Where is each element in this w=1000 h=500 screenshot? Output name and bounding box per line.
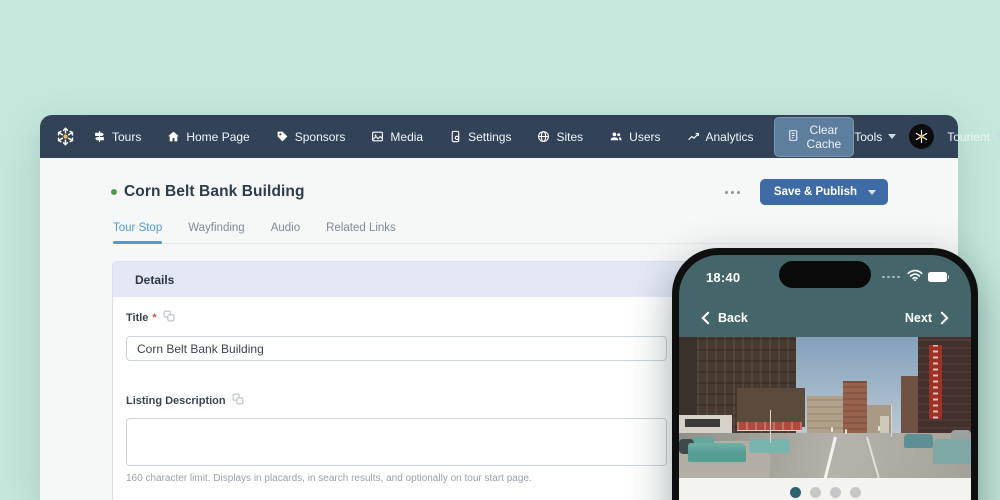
translate-icon xyxy=(232,392,244,410)
chevron-down-icon xyxy=(868,189,876,195)
chevron-left-icon xyxy=(701,311,710,325)
tools-label: Tools xyxy=(854,129,883,144)
tab-audio[interactable]: Audio xyxy=(271,222,300,243)
tools-dropdown[interactable]: Tools xyxy=(854,129,897,144)
signpost-icon xyxy=(93,130,106,143)
chart-line-icon xyxy=(687,130,700,143)
nav-item-label: Users xyxy=(629,129,661,144)
clock-text: 18:40 xyxy=(706,269,741,285)
nav-item-analytics[interactable]: Analytics xyxy=(687,130,754,144)
vintage-truck xyxy=(687,442,747,463)
page-title: Corn Belt Bank Building xyxy=(124,183,305,200)
more-actions-button[interactable] xyxy=(719,185,746,200)
chevron-down-icon xyxy=(995,134,1000,139)
carousel-dot-3[interactable] xyxy=(829,487,841,498)
description-field-label: Listing Description xyxy=(126,395,226,407)
nav-item-label: Home Page xyxy=(186,129,250,144)
clear-cache-label: Clear Cache xyxy=(806,122,842,151)
nav-item-label: Media xyxy=(390,129,424,144)
chevron-down-icon xyxy=(888,134,897,139)
nav-menu: Tours Home Page Sponsors Media Settings … xyxy=(93,130,754,144)
tab-bar: Tour Stop Wayfinding Audio Related Links xyxy=(113,222,934,244)
tab-wayfinding[interactable]: Wayfinding xyxy=(188,222,244,243)
details-header-label: Details xyxy=(135,272,175,287)
next-label: Next xyxy=(904,311,932,325)
brand-logo-icon xyxy=(909,124,935,149)
save-publish-button[interactable]: Save & Publish xyxy=(759,179,888,205)
device-gear-icon xyxy=(449,130,462,143)
nav-item-home-page[interactable]: Home Page xyxy=(167,129,250,144)
nav-item-sponsors[interactable]: Sponsors xyxy=(276,129,346,144)
clear-cache-button[interactable]: Clear Cache xyxy=(773,116,855,157)
listing-description-textarea[interactable] xyxy=(126,418,667,466)
nav-item-label: Settings xyxy=(468,129,512,144)
tab-related-links[interactable]: Related Links xyxy=(326,222,396,243)
carousel-pagination xyxy=(679,478,971,500)
title-input[interactable] xyxy=(126,336,667,361)
chevron-right-icon xyxy=(940,311,949,325)
nav-item-media[interactable]: Media xyxy=(371,130,423,144)
brand-label: Tourient xyxy=(947,129,990,144)
cellular-signal-icon xyxy=(882,275,900,279)
phone-screen: 18:40 Back Next xyxy=(679,255,971,500)
dynamic-island xyxy=(779,261,871,288)
carousel-dot-4[interactable] xyxy=(849,487,861,498)
carousel-dot-1[interactable] xyxy=(789,487,801,498)
next-button[interactable]: Next xyxy=(905,311,950,325)
battery-icon xyxy=(927,272,949,282)
tour-stop-photo xyxy=(679,337,971,478)
tab-tour-stop[interactable]: Tour Stop xyxy=(113,222,163,244)
users-icon xyxy=(609,130,623,143)
phone-nav-row: Back Next xyxy=(679,299,971,337)
translate-icon xyxy=(163,309,175,327)
nav-item-sites[interactable]: Sites xyxy=(537,130,583,144)
nav-item-label: Sites xyxy=(556,129,584,144)
wifi-icon xyxy=(907,268,923,286)
tag-icon xyxy=(276,130,289,143)
phone-preview-frame: 18:40 Back Next xyxy=(672,248,978,500)
nav-item-users[interactable]: Users xyxy=(609,129,661,144)
carousel-dot-2[interactable] xyxy=(809,487,821,498)
phone-status-bar: 18:40 xyxy=(679,255,971,299)
status-icons xyxy=(882,268,949,286)
nav-item-settings[interactable]: Settings xyxy=(449,130,511,144)
page-header: Corn Belt Bank Building Save & Publish xyxy=(111,179,888,205)
save-publish-label: Save & Publish xyxy=(773,186,857,198)
cache-icon xyxy=(787,129,800,145)
image-icon xyxy=(371,130,384,143)
home-icon xyxy=(167,130,180,143)
published-status-dot xyxy=(111,189,117,195)
bank-sign xyxy=(928,345,942,419)
title-field-label: Title xyxy=(126,312,149,324)
app-logo-icon[interactable] xyxy=(54,125,77,148)
nav-item-label: Analytics xyxy=(705,129,754,144)
back-label: Back xyxy=(718,311,748,325)
account-dropdown[interactable]: Tourient xyxy=(947,130,1000,144)
nav-item-label: Sponsors xyxy=(294,129,346,144)
nav-right: Tools Tourient xyxy=(854,124,1000,149)
nav-item-label: Tours xyxy=(112,129,142,144)
top-navbar: Tours Home Page Sponsors Media Settings … xyxy=(40,115,1000,158)
back-button[interactable]: Back xyxy=(700,311,748,325)
globe-icon xyxy=(537,130,550,143)
required-marker: * xyxy=(152,312,157,324)
nav-item-tours[interactable]: Tours xyxy=(93,130,141,144)
